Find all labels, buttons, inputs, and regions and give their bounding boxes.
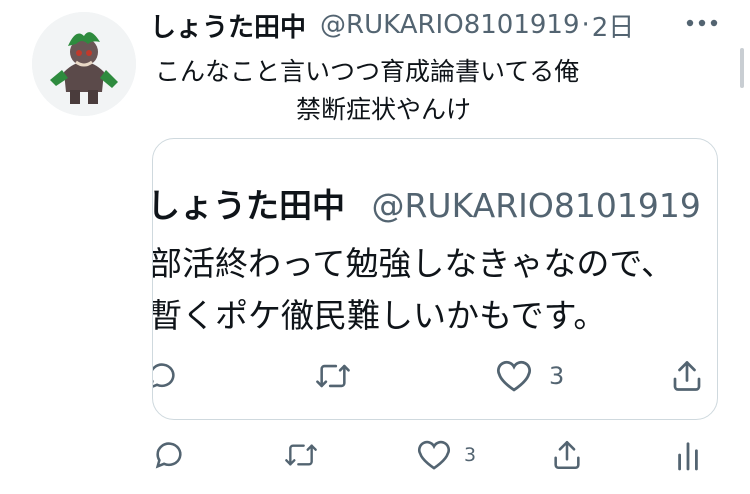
scrollbar[interactable]	[740, 48, 744, 88]
quoted-reply-icon[interactable]	[153, 351, 179, 401]
quoted-like-button[interactable]: 3	[495, 351, 564, 401]
quoted-tweet-header: しょうた田中 @RUKARIO8101919	[152, 179, 701, 227]
reply-icon[interactable]	[152, 430, 186, 480]
like-button[interactable]: 3	[416, 430, 476, 480]
like-count: 3	[464, 444, 477, 466]
tweet-action-bar: 3	[150, 430, 710, 480]
quoted-heart-icon	[497, 360, 531, 392]
quoted-retweet-icon[interactable]	[313, 351, 353, 401]
quoted-tweet-card[interactable]: しょうた田中 @RUKARIO8101919 部活終わって勉強しなきゃなので、 …	[152, 138, 718, 420]
avatar[interactable]	[32, 12, 136, 116]
quoted-action-bar: 3	[153, 351, 717, 401]
tweet-text-line-2: 禁断症状やんけ	[296, 95, 472, 124]
timestamp[interactable]: 2日	[592, 7, 635, 44]
analytics-icon[interactable]	[674, 430, 702, 480]
quoted-text-line-2: 暫くポケ徹民難しいかもです。	[152, 296, 607, 335]
tweet-text-line-1: こんなこと言いつつ育成論書いてる俺	[155, 57, 580, 86]
share-icon[interactable]	[550, 430, 584, 480]
quoted-user-handle: @RUKARIO8101919	[371, 186, 701, 225]
display-name[interactable]: しょうた田中	[150, 7, 306, 44]
more-options-icon[interactable]	[682, 8, 722, 38]
quoted-share-icon[interactable]	[669, 351, 705, 401]
retweet-icon[interactable]	[282, 430, 320, 480]
quoted-display-name: しょうた田中	[152, 186, 345, 225]
quoted-text-line-1: 部活終わって勉強しなきゃなので、	[152, 244, 675, 283]
user-handle[interactable]: @RUKARIO8101919	[320, 10, 579, 40]
pokemon-character-avatar-icon	[32, 12, 136, 116]
tweet-header: しょうた田中 @RUKARIO8101919 · 2日	[150, 7, 750, 44]
separator-dot: ·	[581, 10, 590, 40]
heart-icon	[418, 440, 450, 470]
quoted-like-count: 3	[549, 362, 565, 390]
